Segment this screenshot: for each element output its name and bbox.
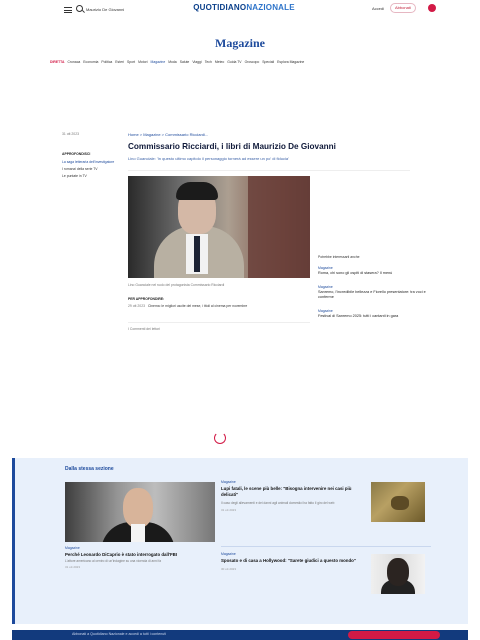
sidebar: Potrebbe interessarti anche Magazine Rom…	[318, 255, 432, 328]
related-tag: PER APPROFONDIRE:	[128, 297, 165, 301]
user-avatar-icon[interactable]	[428, 4, 436, 12]
left-tag: APPROFONDISCI	[62, 152, 91, 156]
logo-part-2: NAZIONALE	[246, 3, 295, 12]
small-card-title: Lupi fatali, le scene più belle: "Bisogn…	[221, 486, 352, 497]
nav-item[interactable]: Speciali	[262, 60, 274, 70]
sidebar-heading: Potrebbe interessarti anche	[318, 255, 360, 259]
nav-item[interactable]: Magazine	[151, 60, 166, 70]
image-caption: Lino Guanciale nel ruolo del protagonist…	[128, 283, 225, 287]
recommended-small-card[interactable]: Magazine Lupi fatali, le scene più belle…	[221, 480, 431, 522]
divider	[128, 322, 310, 323]
small-card-title: Sposato e di casa a Hollywood: "Sarete g…	[221, 558, 356, 563]
sidebar-item-title: Sanremo, l'incredibile bellezza e Fiorel…	[318, 290, 426, 299]
sidebar-item-title: Roma, chi sono gli ospiti di stasera? Il…	[318, 271, 393, 275]
banner-text: Abbonati a Quotidiano Nazionale e accedi…	[72, 632, 167, 636]
sidebar-item-category: Magazine	[318, 266, 333, 270]
article-left-column: 31 ott 2023 APPROFONDISCI La saga letter…	[62, 132, 122, 181]
search-input[interactable]	[86, 4, 146, 14]
nav-item-live[interactable]: DIRETTA	[50, 60, 64, 70]
image-shirt	[131, 524, 145, 542]
sidebar-item-title: Festival di Sanremo 2025: tutti i cantan…	[318, 314, 399, 318]
sidebar-item[interactable]: Magazine Roma, chi sono gli ospiti di st…	[318, 266, 432, 276]
sidebar-item-category: Magazine	[318, 309, 333, 313]
left-link[interactable]: Le puntate in TV	[62, 174, 122, 178]
nav-item[interactable]: Esteri	[115, 60, 124, 70]
big-card-title: Perché Leonardo DiCaprio è stato interro…	[65, 552, 178, 557]
main-navigation: DIRETTA Cronaca Economia Politica Esteri Spor…	[50, 60, 430, 70]
recommended-section: Dalla stessa sezione Magazine Perché Leo…	[12, 458, 468, 624]
nav-item[interactable]: Guida TV	[227, 60, 241, 70]
hero-tie	[194, 236, 200, 272]
related-title: Cinema: le migliori uscite del mese, i t…	[147, 304, 248, 308]
nav-item[interactable]: Moda	[168, 60, 176, 70]
recommended-title: Dalla stessa sezione	[65, 466, 114, 472]
login-link[interactable]: Accedi	[372, 6, 384, 11]
top-bar: QUOTIDIANONAZIONALE Accedi Abbonati	[0, 0, 480, 26]
article-hero-image	[128, 176, 310, 278]
left-link[interactable]: I romanzi della serie TV	[62, 167, 122, 171]
left-link[interactable]: La saga letteraria dell'investigatore	[62, 160, 122, 164]
section-title: Magazine	[215, 36, 265, 50]
nav-item[interactable]: Motori	[138, 60, 147, 70]
big-card-image	[65, 482, 215, 542]
divider	[128, 170, 410, 171]
big-card-desc: L'attore americano al centro di un'indag…	[65, 559, 162, 563]
nav-item[interactable]: Meteo	[215, 60, 224, 70]
thumb-animal	[391, 496, 409, 510]
comments-link[interactable]: I Commenti dei lettori	[128, 327, 160, 331]
loading-spinner-icon	[214, 432, 226, 444]
nav-item[interactable]: Salute	[180, 60, 190, 70]
article-headline: Commissario Ricciardi, i libri di Mauriz…	[128, 142, 336, 151]
recommended-small-card[interactable]: Magazine Sposato e di casa a Hollywood: …	[221, 552, 431, 594]
nav-item[interactable]: Oroscopo	[245, 60, 260, 70]
site-logo[interactable]: QUOTIDIANONAZIONALE	[184, 3, 304, 12]
sidebar-item-category: Magazine	[318, 285, 333, 289]
sidebar-item[interactable]: Magazine Festival di Sanremo 2025: tutti…	[318, 309, 432, 319]
subscription-banner: Abbonati a Quotidiano Nazionale e accedi…	[12, 630, 468, 640]
nav-item[interactable]: Economia	[83, 60, 98, 70]
article-subtitle: Lino Guanciale: 'In questo ultimo capito…	[128, 156, 289, 161]
nav-item[interactable]: Viaggi	[192, 60, 201, 70]
recommended-big-card[interactable]: Magazine Perché Leonardo DiCaprio è stat…	[65, 482, 215, 569]
nav-item[interactable]: Politica	[101, 60, 112, 70]
related-date: 29 ott 2023	[128, 304, 145, 308]
nav-item[interactable]: Sport	[127, 60, 135, 70]
hamburger-menu-icon[interactable]	[64, 7, 72, 13]
nav-item[interactable]: Cronaca	[67, 60, 80, 70]
logo-part-1: QUOTIDIANO	[193, 3, 247, 12]
hero-hair	[176, 182, 218, 200]
subscribe-button[interactable]: Abbonati	[390, 3, 416, 13]
search-icon[interactable]	[76, 5, 83, 12]
hero-background	[248, 176, 310, 278]
small-card-desc: Il caso degli allevamenti e dei danni ag…	[221, 501, 335, 505]
article-date: 31 ott 2023	[62, 132, 79, 136]
breadcrumb[interactable]: Home > Magazine > Commissario Ricciardi.…	[128, 132, 208, 137]
related-article-link[interactable]: 29 ott 2023 Cinema: le migliori uscite de…	[128, 304, 310, 308]
small-card-thumbnail	[371, 554, 425, 594]
nav-item[interactable]: Tech	[205, 60, 212, 70]
thumb-person	[387, 558, 409, 586]
big-card-date: 31 ott 2023	[65, 565, 81, 569]
sidebar-item[interactable]: Magazine Sanremo, l'incredibile bellezza…	[318, 285, 432, 300]
banner-button[interactable]	[348, 631, 440, 639]
big-card-category: Magazine	[65, 546, 80, 550]
small-card-thumbnail	[371, 482, 425, 522]
divider	[221, 546, 431, 547]
image-face	[123, 488, 153, 528]
nav-item[interactable]: Esplora Magazine	[277, 60, 304, 70]
